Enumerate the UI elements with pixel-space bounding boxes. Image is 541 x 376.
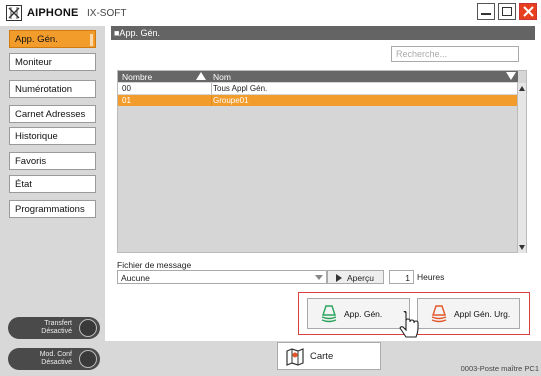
close-button[interactable]: [519, 3, 537, 20]
map-label: Carte: [310, 351, 334, 362]
row-name: Tous Appl Gén.: [213, 84, 268, 93]
preview-button[interactable]: Aperçu: [327, 270, 384, 284]
station-name: 0003-Poste maître PC1: [460, 364, 539, 373]
general-call-button[interactable]: App. Gén.: [307, 298, 410, 329]
page-title: ■App. Gén.: [111, 26, 535, 40]
table-header: Nombre Nom: [118, 71, 518, 82]
minimize-button[interactable]: [477, 3, 495, 20]
urgent-call-label: Appl Gén. Urg.: [454, 309, 511, 319]
conference-label: Mod. Conf: [39, 351, 72, 358]
table-row[interactable]: 00 Tous Appl Gén.: [118, 83, 518, 94]
sidebar-item-moniteur[interactable]: Moniteur: [9, 53, 96, 71]
message-file-select[interactable]: Aucune: [117, 270, 327, 284]
sidebar-item-carnet-adresses[interactable]: Carnet Adresses: [9, 105, 96, 123]
search-input[interactable]: [391, 46, 519, 62]
sidebar-item-programmations[interactable]: Programmations: [9, 200, 96, 218]
hours-label: Heures: [417, 272, 445, 282]
toggle-knob-icon: [79, 350, 97, 368]
column-divider: [211, 95, 212, 106]
general-call-label: App. Gén.: [344, 309, 383, 319]
chevron-down-icon: [315, 275, 323, 280]
sidebar-item-app-gen[interactable]: App. Gén.: [9, 30, 96, 48]
conference-mode-toggle[interactable]: Mod. Conf Désactivé: [8, 348, 100, 370]
transfer-state: Désactivé: [41, 328, 72, 335]
map-icon: [286, 348, 304, 366]
transfer-toggle[interactable]: Transfert Désactivé: [8, 317, 100, 339]
main-panel: ■App. Gén. Nombre Nom 00 Tous Appl Gén. …: [105, 26, 541, 376]
sidebar-item-favoris[interactable]: Favoris: [9, 152, 96, 170]
scroll-down-icon[interactable]: [519, 245, 525, 250]
sort-descending-icon[interactable]: [506, 72, 516, 80]
conference-state: Désactivé: [41, 359, 72, 366]
message-file-label: Fichier de message: [117, 260, 192, 270]
table-row[interactable]: 01 Groupe01: [118, 95, 518, 106]
play-icon: [336, 274, 342, 282]
sidebar-item-historique[interactable]: Historique: [9, 127, 96, 145]
title-bar: AIPHONE IX-SOFT: [0, 0, 541, 26]
map-button[interactable]: Carte: [277, 342, 381, 370]
transfer-label: Transfert: [44, 320, 72, 327]
message-file-value: Aucune: [121, 273, 150, 283]
column-divider: [211, 83, 212, 94]
urgent-speaker-icon: [431, 305, 447, 323]
row-name: Groupe01: [213, 96, 249, 105]
sidebar-item-etat[interactable]: État: [9, 175, 96, 193]
product-name: IX-SOFT: [87, 8, 127, 19]
column-header-number[interactable]: Nombre: [122, 72, 152, 82]
urgent-call-button[interactable]: Appl Gén. Urg.: [417, 298, 520, 329]
mouse-cursor-icon: [399, 311, 419, 338]
column-header-name[interactable]: Nom: [213, 72, 231, 82]
maximize-button[interactable]: [498, 3, 516, 20]
sidebar-item-numerotation[interactable]: Numérotation: [9, 80, 96, 98]
aiphone-logo-icon: [6, 5, 22, 21]
hours-input[interactable]: 1: [389, 270, 414, 284]
group-table: Nombre Nom 00 Tous Appl Gén. 01 Groupe01: [117, 70, 527, 253]
row-number: 01: [122, 96, 131, 105]
row-number: 00: [122, 84, 131, 93]
sort-ascending-icon[interactable]: [196, 72, 206, 80]
preview-label: Aperçu: [347, 273, 374, 283]
scroll-up-icon[interactable]: [519, 86, 525, 91]
close-icon: [523, 6, 534, 17]
toggle-knob-icon: [79, 319, 97, 337]
table-scrollbar[interactable]: [517, 83, 526, 253]
sidebar: App. Gén. Moniteur Numérotation Carnet A…: [0, 26, 105, 376]
paging-speaker-icon: [321, 305, 337, 323]
brand-name: AIPHONE: [27, 7, 79, 19]
